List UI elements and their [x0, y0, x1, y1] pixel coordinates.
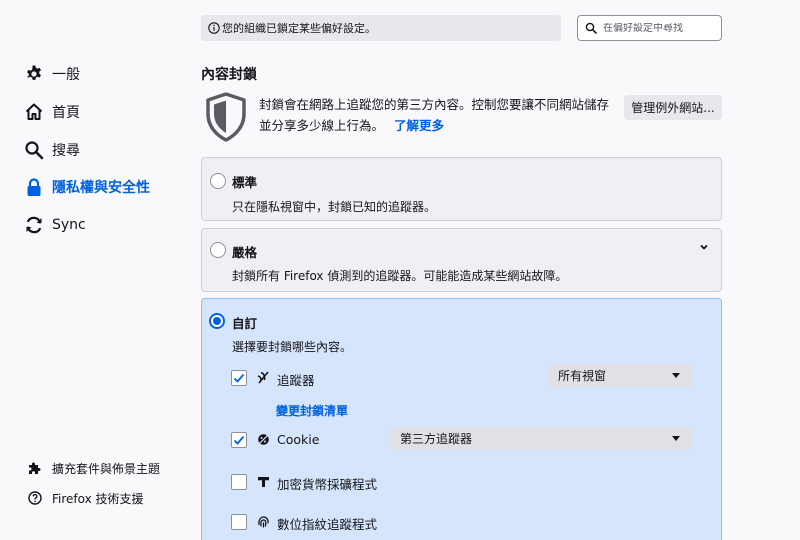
tracker-icon: [257, 371, 269, 384]
search-icon: [24, 140, 44, 160]
cookie-scope-value: 第三方追蹤器: [400, 432, 473, 446]
search-input[interactable]: [603, 22, 713, 34]
dropdown-caret-icon: [672, 373, 680, 378]
cookie-scope-select[interactable]: 第三方追蹤器: [390, 427, 692, 450]
cryptominers-checkbox[interactable]: [231, 474, 247, 490]
option-description: 選擇要封鎖哪些內容。: [232, 340, 353, 354]
learn-more-link[interactable]: 了解更多: [394, 118, 444, 133]
sidebar: 一般 首頁 搜尋 隱私權與安全性 Sync 擴充套件與佈景主題 Firefox …: [0, 0, 190, 540]
sidebar-item-label: 搜尋: [52, 143, 80, 159]
gear-icon: [24, 64, 44, 84]
sidebar-item-label: 隱私權與安全性: [52, 180, 150, 196]
fingerprinters-checkbox[interactable]: [231, 514, 247, 530]
option-title: 標準: [232, 175, 258, 190]
option-title: 嚴格: [232, 245, 258, 260]
home-icon: [24, 102, 44, 122]
help-icon: [28, 491, 42, 505]
radio-strict[interactable]: [210, 242, 226, 258]
option-title: 自訂: [232, 316, 258, 331]
dropdown-caret-icon: [672, 436, 680, 441]
sidebar-item-addons[interactable]: 擴充套件與佈景主題: [28, 458, 160, 478]
chevron-down-icon[interactable]: [699, 242, 709, 252]
sidebar-item-privacy[interactable]: 隱私權與安全性: [24, 174, 150, 200]
lock-icon: [24, 177, 44, 197]
section-title: 內容封鎖: [201, 67, 257, 83]
puzzle-icon: [28, 461, 42, 475]
sidebar-item-search[interactable]: 搜尋: [24, 137, 80, 163]
sidebar-item-label: 一般: [52, 67, 80, 83]
cookie-checkbox[interactable]: [231, 432, 247, 448]
sidebar-item-sync[interactable]: Sync: [24, 212, 86, 238]
option-description: 只在隱私視窗中，封鎖已知的追蹤器。: [232, 200, 437, 214]
search-icon: [585, 22, 597, 34]
section-description: 封鎖會在網路上追蹤您的第三方內容。控制您要讓不同網站儲存並分享多少線上行為。 了解…: [259, 94, 614, 136]
manage-exceptions-button[interactable]: 管理例外網站...: [624, 95, 722, 120]
sidebar-item-label: 首頁: [52, 105, 80, 121]
option-card-strict[interactable]: 嚴格 封鎖所有 Firefox 偵測到的追蹤器。可能能造成某些網站故障。: [201, 228, 722, 292]
radio-custom[interactable]: [209, 313, 225, 329]
sidebar-item-home[interactable]: 首頁: [24, 99, 80, 125]
radio-standard[interactable]: [210, 173, 226, 189]
sidebar-item-general[interactable]: 一般: [24, 61, 80, 87]
sidebar-item-label: Sync: [52, 217, 86, 233]
fingerprinters-label: 數位指紋追蹤程式: [277, 517, 378, 532]
option-card-standard[interactable]: 標準 只在隱私視窗中，封鎖已知的追蹤器。: [201, 157, 722, 221]
org-locked-notice: 您的組織已鎖定某些偏好設定。: [201, 15, 561, 41]
sync-icon: [24, 215, 44, 235]
trackers-scope-select[interactable]: 所有視窗: [548, 364, 692, 387]
org-notice-text: 您的組織已鎖定某些偏好設定。: [222, 22, 376, 35]
info-icon: [208, 22, 220, 34]
cookie-label: Cookie: [277, 432, 320, 447]
trackers-checkbox[interactable]: [231, 370, 247, 386]
option-card-custom[interactable]: 自訂 選擇要封鎖哪些內容。 追蹤器 所有視窗 變更封鎖清單 Cookie 第三方…: [201, 298, 722, 540]
checkmark-icon: [233, 373, 245, 383]
option-description: 封鎖所有 Firefox 偵測到的追蹤器。可能能造成某些網站故障。: [232, 269, 568, 283]
trackers-label: 追蹤器: [277, 373, 315, 388]
sidebar-item-label: Firefox 技術支援: [52, 491, 144, 506]
cryptominers-label: 加密貨幣採礦程式: [277, 477, 378, 492]
preferences-search[interactable]: [577, 15, 722, 41]
sidebar-item-support[interactable]: Firefox 技術支援: [28, 488, 144, 508]
shield-icon: [206, 92, 246, 142]
change-block-list-link[interactable]: 變更封鎖清單: [276, 402, 348, 419]
cookie-icon: [257, 433, 270, 446]
cryptominer-icon: [258, 477, 269, 487]
trackers-scope-value: 所有視窗: [558, 369, 607, 383]
sidebar-item-label: 擴充套件與佈景主題: [52, 461, 161, 476]
checkmark-icon: [233, 435, 245, 445]
fingerprint-icon: [258, 516, 269, 528]
